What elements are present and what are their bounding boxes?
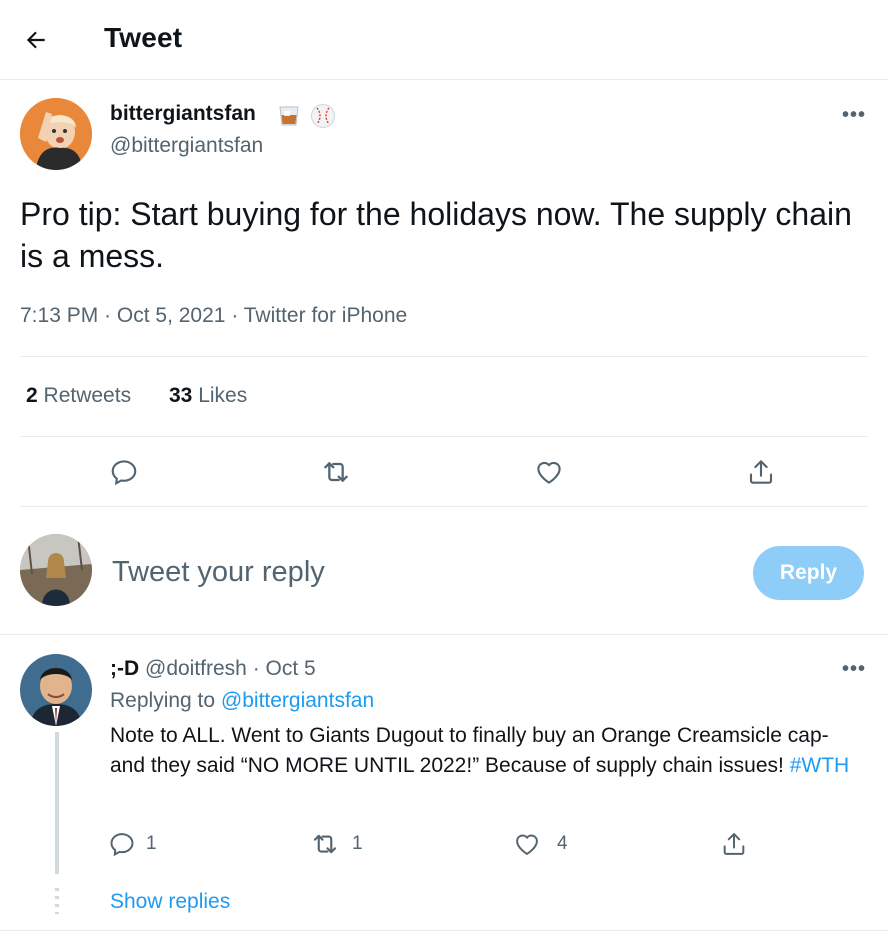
author-handle[interactable]: @bittergiantsfan — [110, 134, 263, 158]
divider — [0, 930, 888, 931]
tweet-time[interactable]: 7:13 PM — [20, 304, 98, 327]
author-display-name[interactable]: bittergiantsfan — [110, 102, 256, 126]
tweet-date[interactable]: Oct 5, 2021 — [117, 304, 226, 327]
reply-action[interactable] — [104, 452, 144, 492]
meta-separator: · — [104, 304, 117, 327]
like-action[interactable] — [529, 452, 569, 492]
baseball-icon — [310, 103, 336, 129]
share-icon — [723, 833, 745, 855]
like-count-action[interactable]: 4 — [513, 828, 568, 860]
share-action[interactable] — [741, 452, 781, 492]
reply-author-handle[interactable]: @doitfresh — [145, 657, 247, 680]
avatar-image — [20, 534, 92, 606]
reply-author-avatar[interactable] — [20, 654, 92, 726]
like-count: 4 — [557, 833, 568, 854]
reply-text-block: Note to ALL. Went to Giants Dugout to fi… — [110, 721, 850, 781]
tweet-meta: 7:13 PM · Oct 5, 2021 · Twitter for iPho… — [20, 304, 407, 328]
retweet-count-action[interactable]: 1 — [310, 828, 363, 860]
divider — [20, 436, 868, 437]
thread-line — [55, 732, 59, 874]
tweet-source[interactable]: Twitter for iPhone — [244, 304, 407, 327]
more-options-icon[interactable]: ••• — [842, 104, 866, 127]
avatar-image — [20, 98, 92, 170]
retweets-label: Retweets — [43, 384, 132, 407]
reply-icon — [110, 833, 134, 857]
reply-share-action[interactable] — [720, 828, 748, 860]
reply-button[interactable]: Reply — [753, 546, 864, 600]
retweets-stat[interactable]: 2 Retweets — [26, 384, 131, 408]
reply-input[interactable]: Tweet your reply — [112, 556, 325, 589]
reply-count-action[interactable]: 1 — [108, 828, 157, 860]
heart-icon — [516, 834, 538, 856]
reply-more-options-icon[interactable]: ••• — [842, 658, 866, 681]
reply-text: Note to ALL. Went to Giants Dugout to fi… — [110, 724, 829, 777]
reply-count: 1 — [146, 833, 157, 854]
reply-author-name[interactable]: ;-D — [110, 657, 139, 680]
meta-separator: · — [231, 304, 244, 327]
reply-header: ;-D @doitfresh · Oct 5 — [110, 657, 316, 681]
hashtag-link[interactable]: #WTH — [790, 754, 850, 777]
heart-icon — [537, 461, 561, 484]
divider — [20, 356, 868, 357]
author-avatar[interactable] — [20, 98, 92, 170]
arrow-left-icon — [26, 31, 45, 49]
whiskey-glass-icon — [276, 103, 302, 129]
retweets-count: 2 — [26, 384, 38, 407]
divider — [0, 634, 888, 635]
show-replies-link[interactable]: Show replies — [110, 890, 230, 914]
back-button[interactable] — [16, 20, 56, 60]
retweet-action[interactable] — [316, 452, 356, 492]
thread-dots — [55, 888, 59, 914]
tweet-text: Pro tip: Start buying for the holidays n… — [20, 196, 852, 274]
meta-separator: · — [252, 657, 266, 680]
share-icon — [749, 460, 773, 484]
retweet-icon — [324, 462, 348, 482]
divider — [20, 506, 868, 507]
current-user-avatar[interactable] — [20, 534, 92, 606]
retweet-icon — [313, 834, 337, 854]
likes-count: 33 — [169, 384, 193, 407]
replying-to-handle[interactable]: @bittergiantsfan — [221, 689, 374, 712]
likes-label: Likes — [198, 384, 248, 407]
replying-to-label: Replying to — [110, 689, 216, 712]
page-title: Tweet — [104, 22, 183, 53]
reply-icon — [111, 460, 137, 486]
avatar-image — [20, 654, 92, 726]
likes-stat[interactable]: 33 Likes — [169, 384, 247, 408]
reply-date[interactable]: Oct 5 — [266, 657, 316, 680]
replying-to-line: Replying to @bittergiantsfan — [110, 689, 374, 713]
retweet-count: 1 — [352, 833, 363, 854]
